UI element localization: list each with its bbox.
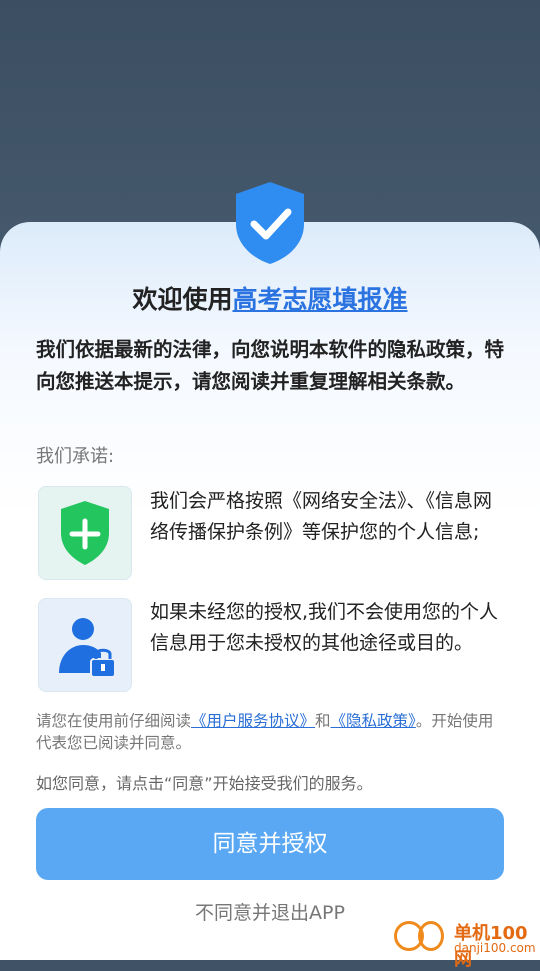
security-law-icon-box <box>38 486 132 580</box>
notice-and: 和 <box>315 712 331 730</box>
watermark-url: danji100.com <box>454 941 536 955</box>
watermark-logo: 单机100网 danji100.com <box>388 915 540 970</box>
user-agreement-link[interactable]: 《用户服务协议》 <box>191 712 315 730</box>
promise-item-authorization: 如果未经您的授权,我们不会使用您的个人信息用于您未授权的其他途径或目的。 <box>150 601 499 654</box>
shield-check-icon <box>236 182 304 264</box>
agree-hint: 如您同意，请点击“同意”开始接受我们的服务。 <box>36 774 373 793</box>
app-name-link[interactable]: 高考志愿填报准 <box>233 285 408 314</box>
green-shield-plus-icon <box>61 501 109 565</box>
user-lock-icon <box>59 618 116 678</box>
intro-text: 我们依据最新的法律，向您说明本软件的隐私政策，特向您推送本提示，请您阅读并重复理… <box>36 338 505 393</box>
dialog-title: 欢迎使用高考志愿填报准 <box>0 280 540 316</box>
authorization-icon-box <box>38 598 132 692</box>
agree-button[interactable]: 同意并授权 <box>36 808 504 880</box>
notice-before: 请您在使用前仔细阅读 <box>36 712 192 730</box>
promise-label: 我们承诺: <box>36 446 115 467</box>
privacy-policy-link[interactable]: 《隐私政策》 <box>331 712 416 730</box>
watermark-circle-icon-2 <box>418 921 444 951</box>
title-prefix: 欢迎使用 <box>132 285 233 314</box>
agreement-notice: 请您在使用前仔细阅读《用户服务协议》和《隐私政策》。开始使用代表您已阅读并同意。 <box>36 710 506 754</box>
promise-item-security-law: 我们会严格按照《网络安全法》、《信息网络传播保护条例》等保护您的个人信息; <box>150 490 493 543</box>
